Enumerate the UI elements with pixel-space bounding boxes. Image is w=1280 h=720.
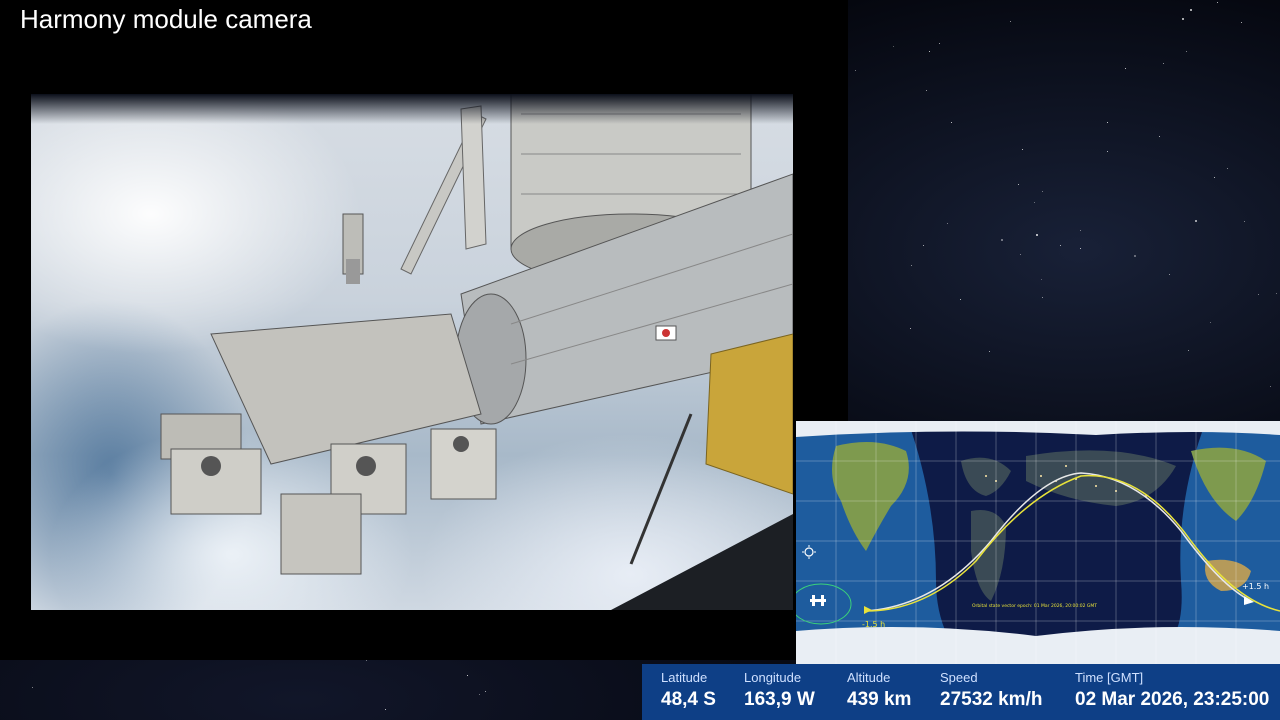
star bbox=[1034, 202, 1035, 203]
star bbox=[1169, 274, 1170, 275]
star bbox=[1125, 68, 1126, 69]
star bbox=[1188, 350, 1189, 351]
space-horizon bbox=[31, 94, 793, 124]
altitude-value: 439 km bbox=[847, 689, 912, 710]
star bbox=[1227, 168, 1228, 169]
star bbox=[1217, 2, 1218, 3]
star bbox=[1020, 254, 1021, 255]
star bbox=[1182, 18, 1184, 20]
star bbox=[1018, 184, 1019, 185]
star bbox=[1210, 322, 1211, 323]
star bbox=[1244, 221, 1245, 222]
speed-readout: Speed 27532 km/h bbox=[940, 670, 1042, 711]
star bbox=[1107, 122, 1108, 123]
star bbox=[1186, 51, 1187, 52]
star bbox=[1163, 63, 1164, 64]
star bbox=[947, 223, 948, 224]
ground-track-map: -1.5 h +1.5 h Orbital state vector epoch… bbox=[796, 421, 1280, 664]
star bbox=[929, 51, 930, 52]
star bbox=[1276, 293, 1277, 294]
epoch-text: Orbital state vector epoch: 01 Mar 2026,… bbox=[972, 603, 1097, 609]
station-structure-image bbox=[160, 94, 793, 610]
star bbox=[893, 46, 894, 47]
star bbox=[926, 90, 927, 91]
time-value: 02 Mar 2026, 23:25:00 bbox=[1075, 689, 1270, 710]
star bbox=[366, 660, 367, 661]
longitude-value: 163,9 W bbox=[744, 689, 815, 710]
time-label: Time [GMT] bbox=[1075, 670, 1144, 685]
star bbox=[923, 245, 924, 246]
star bbox=[1042, 297, 1043, 298]
star bbox=[1241, 22, 1242, 23]
star bbox=[467, 675, 468, 676]
star bbox=[1080, 230, 1081, 231]
speed-value: 27532 km/h bbox=[940, 689, 1043, 710]
latitude-label: Latitude bbox=[661, 670, 708, 685]
camera-panel: Harmony module camera bbox=[0, 0, 848, 660]
star bbox=[1190, 9, 1192, 11]
star bbox=[911, 265, 912, 266]
world-map: -1.5 h +1.5 h Orbital state vector epoch… bbox=[796, 421, 1280, 664]
star bbox=[951, 122, 952, 123]
star bbox=[1214, 177, 1215, 178]
star bbox=[1041, 279, 1042, 280]
time-readout: Time [GMT] 02 Mar 2026, 23:25:00 bbox=[1075, 670, 1269, 711]
longitude-readout: Longitude 163,9 W bbox=[744, 670, 815, 711]
star bbox=[1134, 255, 1136, 257]
star bbox=[1107, 151, 1108, 152]
star bbox=[989, 351, 990, 352]
latitude-readout: Latitude 48,4 S bbox=[661, 670, 716, 711]
star bbox=[1060, 245, 1061, 246]
star bbox=[1001, 239, 1003, 241]
star bbox=[479, 694, 480, 695]
star bbox=[1258, 294, 1259, 295]
altitude-label: Altitude bbox=[847, 670, 891, 685]
star bbox=[1022, 149, 1023, 150]
altitude-readout: Altitude 439 km bbox=[847, 670, 911, 711]
star bbox=[485, 691, 486, 692]
star bbox=[1080, 248, 1081, 249]
star bbox=[1010, 21, 1011, 22]
star bbox=[32, 687, 33, 688]
latitude-value: 48,4 S bbox=[661, 689, 716, 710]
plus-time-label: +1.5 h bbox=[1242, 582, 1269, 591]
star bbox=[385, 709, 386, 710]
star bbox=[1159, 136, 1160, 137]
star bbox=[1042, 191, 1043, 192]
camera-feed bbox=[31, 94, 793, 610]
star bbox=[939, 43, 940, 44]
star bbox=[855, 70, 856, 71]
speed-label: Speed bbox=[940, 670, 978, 685]
iss-icon bbox=[810, 595, 826, 606]
telemetry-bar: Latitude 48,4 S Longitude 163,9 W Altitu… bbox=[642, 664, 1280, 720]
camera-title: Harmony module camera bbox=[20, 4, 312, 34]
minus-time-label: -1.5 h bbox=[862, 620, 885, 629]
longitude-label: Longitude bbox=[744, 670, 802, 685]
star bbox=[1195, 220, 1197, 222]
star bbox=[1270, 386, 1271, 387]
star bbox=[1036, 234, 1038, 236]
sun-icon bbox=[802, 545, 816, 559]
star bbox=[910, 328, 911, 329]
star bbox=[960, 299, 961, 300]
